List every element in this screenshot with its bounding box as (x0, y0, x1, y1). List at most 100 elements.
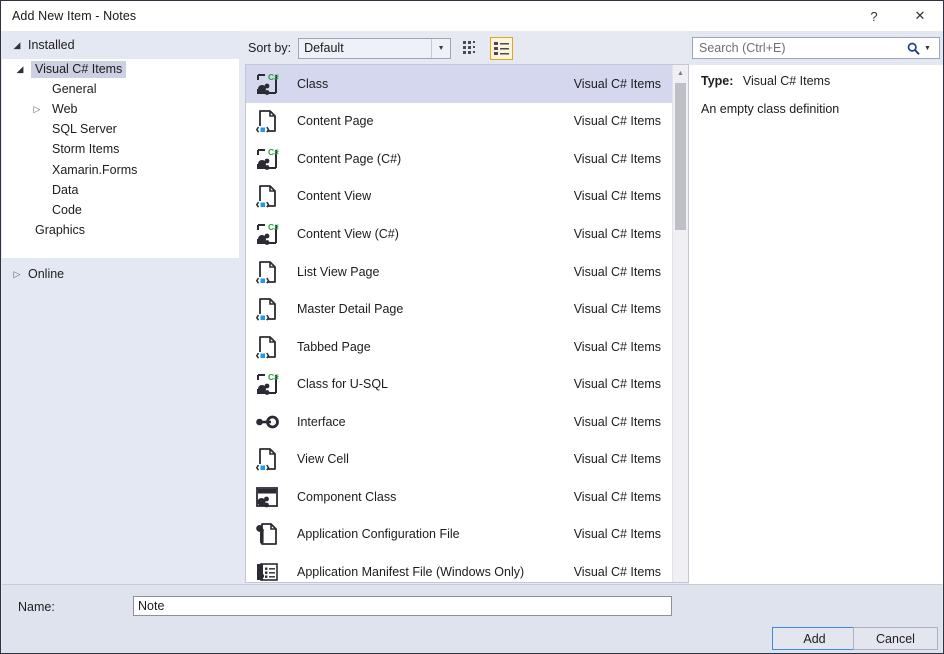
tree-item-label: SQL Server (48, 121, 121, 138)
tree-item-xamarin-forms[interactable]: Xamarin.Forms (2, 160, 239, 180)
list-item-category: Visual C# Items (574, 302, 673, 316)
list-item-category: Visual C# Items (574, 452, 673, 466)
xaml-page-icon (246, 178, 288, 215)
list-item-application-configuration-file[interactable]: Application Configuration File Visual C#… (246, 516, 673, 554)
name-label: Name: (18, 600, 55, 614)
csharp-class-icon: C# (246, 140, 288, 177)
scroll-up-button[interactable]: ▲ (673, 65, 688, 81)
list-item-class-for-u-sql[interactable]: C# Class for U-SQL Visual C# Items (246, 365, 673, 403)
sort-by-value: Default (299, 41, 344, 55)
list-item-tabbed-page[interactable]: Tabbed Page Visual C# Items (246, 328, 673, 366)
online-group-header[interactable]: ▷ Online (2, 261, 239, 287)
details-panel: Search (Ctrl+E) ▼ Type: Visual C# Items … (689, 31, 943, 584)
detail-type-value: Visual C# Items (743, 74, 830, 88)
list-item-content-page[interactable]: Content Page Visual C# Items (246, 103, 673, 141)
component-class-icon (246, 478, 288, 515)
tree-item-data[interactable]: Data (2, 180, 239, 200)
list-item-category: Visual C# Items (574, 227, 673, 241)
list-item-name: List View Page (288, 265, 574, 279)
xaml-page-icon (246, 441, 288, 478)
svg-text:C#: C# (268, 372, 279, 382)
list-item-application-manifest-file[interactable]: Application Manifest File (Windows Only)… (246, 553, 673, 583)
tree-item-label: Data (48, 182, 82, 199)
list-view-button[interactable] (490, 37, 513, 60)
svg-text:C#: C# (268, 147, 279, 157)
search-box[interactable]: Search (Ctrl+E) ▼ (692, 37, 940, 59)
installed-expander-icon[interactable]: ◢ (11, 41, 23, 50)
list-item-content-page-csharp[interactable]: C# Content Page (C#) Visual C# Items (246, 140, 673, 178)
tree-item-label: Storm Items (48, 141, 123, 158)
online-label: Online (28, 267, 64, 281)
name-input[interactable] (133, 596, 672, 616)
tree-item-visual-csharp-items[interactable]: ◢ Visual C# Items (2, 59, 239, 79)
list-item-category: Visual C# Items (574, 565, 673, 579)
list-item-name: Tabbed Page (288, 340, 574, 354)
list-item-content-view-csharp[interactable]: C# Content View (C#) Visual C# Items (246, 215, 673, 253)
xaml-page-icon (246, 103, 288, 140)
list-item-name: Interface (288, 415, 574, 429)
list-item-name: Application Manifest File (Windows Only) (288, 565, 574, 579)
title-bar: Add New Item - Notes ? ✕ (1, 1, 943, 31)
list-item-component-class[interactable]: Component Class Visual C# Items (246, 478, 673, 516)
tree-item-code[interactable]: Code (2, 200, 239, 220)
tree-item-general[interactable]: General (2, 79, 239, 99)
installed-group-header[interactable]: ◢ Installed (2, 31, 239, 59)
list-item-category: Visual C# Items (574, 415, 673, 429)
list-item-name: Content View (C#) (288, 227, 574, 241)
close-button[interactable]: ✕ (897, 1, 943, 31)
list-scrollbar[interactable]: ▲ ▼ (672, 65, 688, 582)
tree-item-web[interactable]: ▷ Web (2, 99, 239, 119)
dialog-footer: Name: Add Cancel (2, 584, 942, 653)
list-item-name: Application Configuration File (288, 527, 574, 541)
detail-type-label: Type: (701, 74, 733, 88)
csharp-class-icon: C# (246, 215, 288, 252)
svg-text:C#: C# (268, 222, 279, 232)
list-item-name: Class for U-SQL (288, 377, 574, 391)
help-button[interactable]: ? (851, 1, 897, 31)
tree-item-graphics[interactable]: Graphics (2, 221, 239, 241)
tree-item-label: Web (48, 101, 81, 118)
tree-item-label: Visual C# Items (31, 61, 126, 78)
list-view-icon (494, 42, 509, 55)
tree-item-sql-server[interactable]: SQL Server (2, 120, 239, 140)
templates-area: Sort by: Default ▼ (239, 31, 689, 584)
templates-list-rows: C# Class Visual C# Items (246, 65, 673, 583)
list-item-interface[interactable]: Interface Visual C# Items (246, 403, 673, 441)
search-input[interactable]: Search (Ctrl+E) (693, 41, 902, 55)
list-item-category: Visual C# Items (574, 77, 673, 91)
list-toolbar: Sort by: Default ▼ (239, 31, 689, 65)
tree-item-storm-items[interactable]: Storm Items (2, 140, 239, 160)
tree-expander-icon[interactable]: ◢ (14, 65, 26, 74)
online-expander-icon[interactable]: ▷ (11, 270, 23, 279)
add-new-item-dialog: Add New Item - Notes ? ✕ ◢ Installed ◢ V… (0, 0, 944, 654)
list-item-name: Master Detail Page (288, 302, 574, 316)
list-item-name: View Cell (288, 452, 574, 466)
list-item-view-cell[interactable]: View Cell Visual C# Items (246, 440, 673, 478)
tree-expander-icon[interactable]: ▷ (31, 105, 43, 114)
chevron-down-icon[interactable]: ▼ (431, 39, 450, 58)
list-item-category: Visual C# Items (574, 490, 673, 504)
sort-by-select[interactable]: Default ▼ (298, 38, 451, 59)
tree-item-label: Code (48, 202, 86, 219)
add-button[interactable]: Add (772, 627, 857, 650)
templates-list[interactable]: C# Class Visual C# Items (245, 64, 689, 583)
title-bar-buttons: ? ✕ (851, 1, 943, 31)
grid-view-icon (463, 41, 478, 55)
list-item-name: Component Class (288, 490, 574, 504)
search-icon[interactable] (902, 42, 924, 55)
cancel-button[interactable]: Cancel (853, 627, 938, 650)
installed-label: Installed (28, 38, 75, 52)
list-item-content-view[interactable]: Content View Visual C# Items (246, 178, 673, 216)
list-item-class[interactable]: C# Class Visual C# Items (246, 65, 673, 103)
dialog-title: Add New Item - Notes (12, 9, 136, 23)
csharp-class-icon: C# (246, 366, 288, 403)
scrollbar-thumb[interactable] (675, 83, 686, 230)
list-item-list-view-page[interactable]: List View Page Visual C# Items (246, 253, 673, 291)
list-item-master-detail-page[interactable]: Master Detail Page Visual C# Items (246, 290, 673, 328)
config-file-icon (246, 516, 288, 553)
xaml-page-icon (246, 253, 288, 290)
search-dropdown-icon[interactable]: ▼ (924, 45, 939, 52)
medium-icons-view-button[interactable] (459, 37, 482, 60)
list-item-category: Visual C# Items (574, 527, 673, 541)
xaml-page-icon (246, 291, 288, 328)
